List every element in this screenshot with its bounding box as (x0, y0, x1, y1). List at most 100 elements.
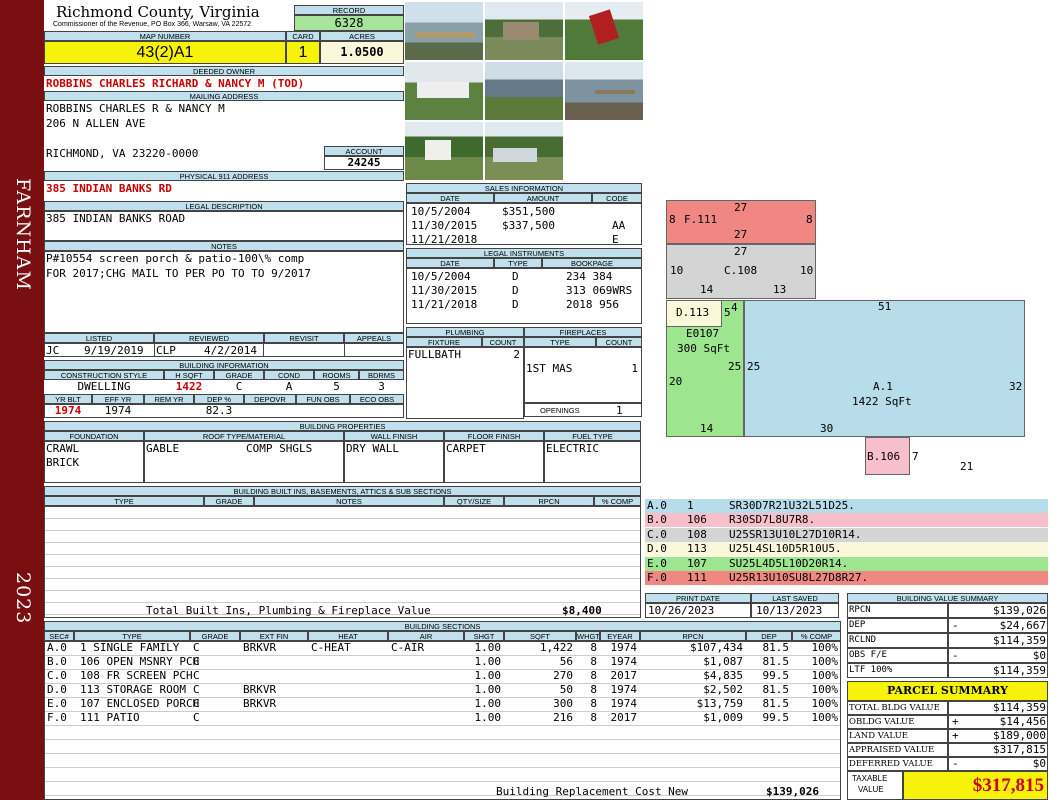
sketch-label: D.113 (676, 306, 710, 319)
listed-by: JC (46, 344, 60, 357)
section-cell: $4,835 (703, 669, 743, 682)
legend-num: 106 (687, 513, 707, 526)
photo-3[interactable] (565, 2, 643, 60)
notes-header: NOTES (44, 241, 404, 251)
parcel-value: $189,000 (993, 729, 1046, 742)
photo-7[interactable] (405, 122, 483, 180)
fire-type: 1ST MAS (526, 362, 573, 375)
section-cell: 270 (553, 669, 573, 682)
props-fuel: ELECTRIC (546, 442, 599, 455)
office-address: Commissioner of the Revenue, PO Box 366,… (53, 21, 252, 28)
bvs-value: $114,359 (993, 664, 1046, 677)
instr-bookpage: 313 069WRS (566, 284, 633, 297)
legend-row: F.0 111 U25R13U10SU8L27D8R27. (645, 571, 1048, 585)
instr-hdr-bookpage: BOOKPAGE (542, 258, 642, 268)
section-cell: $13,759 (696, 697, 743, 710)
section-cell: 100% (811, 669, 839, 682)
mailing-line3: RICHMOND, VA 23220-0000 (46, 147, 199, 160)
section-cell: C-AIR (391, 641, 425, 654)
legend-row: B.0 106 R30SD7L8U7R8. (645, 513, 1048, 527)
bi-yrblt: 1974 (54, 404, 82, 417)
review-cell-4 (344, 343, 404, 357)
props-foundation1: CRAWL (46, 442, 80, 455)
bi-hdr-grade: GRADE (214, 370, 264, 380)
bvs-label: RPCN (849, 605, 871, 615)
builtins-total-label: Total Built Ins, Plumbing & Fireplace Va… (146, 604, 431, 617)
bi-hdr-dep: DEP % (194, 394, 244, 404)
parcel-value: $114,359 (993, 701, 1046, 714)
legend-row: A.0 1 SR30D7R21U32L51D25. (645, 499, 1048, 513)
section-cell: C.0 (47, 669, 67, 682)
print-date: 10/26/2023 (648, 604, 715, 617)
bvs-label: LTF 100% (849, 665, 893, 675)
sections-col-header: % COMP (792, 631, 841, 641)
photo-4[interactable] (405, 62, 483, 120)
photo-8[interactable] (485, 122, 563, 180)
sales-amount: $337,500 (502, 219, 555, 232)
section-cell: C (193, 711, 200, 724)
map-header: MAP NUMBER (44, 31, 286, 41)
bvs-label: RCLND (849, 635, 877, 645)
reviewed-date: 4/2/2014 (204, 344, 257, 357)
section-cell: 1.00 (474, 641, 502, 654)
sections-col-header: SEC# (44, 631, 74, 641)
fire-hdr-count: COUNT (596, 337, 642, 347)
bi-hdr-cond: COND (264, 370, 314, 380)
section-cell: 8 (590, 697, 597, 710)
sketch-label: F.111 (684, 213, 718, 226)
section-cell: 1974 (610, 655, 638, 668)
parcel-summary-title: PARCEL SUMMARY (847, 681, 1048, 701)
parcel-value: $0 (1032, 757, 1046, 770)
parcel-label: APPRAISED VALUE (849, 745, 935, 755)
sections-col-header: EYEAR (600, 631, 640, 641)
bvs-value: $0 (1032, 649, 1046, 662)
instr-bookpage: 2018 956 (566, 298, 619, 311)
sections-col-header: EXT FIN (240, 631, 308, 641)
section-cell: $1,087 (703, 655, 743, 668)
legal-text: 385 INDIAN BANKS ROAD (46, 212, 186, 225)
parcel-label: DEFERRED VALUE (849, 759, 933, 769)
bvs-value: $139,026 (993, 604, 1046, 617)
record-header: RECORD (294, 5, 404, 15)
sketch-label: C.108 (724, 264, 758, 277)
sketch-label: 8 (669, 213, 676, 226)
section-cell: 100% (811, 655, 839, 668)
bvs-value: $24,667 (999, 619, 1046, 632)
photo-2[interactable] (485, 2, 563, 60)
sales-date: 11/30/2015 (411, 219, 478, 232)
mailing-line1: ROBBINS CHARLES R & NANCY M (46, 102, 225, 115)
photo-6[interactable] (565, 62, 643, 120)
photo-1[interactable] (405, 2, 483, 60)
section-cell: 107 ENCLOSED PORCH (80, 697, 200, 710)
sales-amount: $351,500 (502, 205, 555, 218)
section-cell: 50 (559, 683, 573, 696)
legal-header: LEGAL DESCRIPTION (44, 201, 404, 211)
taxable-label-2: VALUE (858, 785, 884, 794)
section-cell: 100% (811, 697, 839, 710)
section-cell: C (193, 697, 200, 710)
section-cell: 99.5 (762, 711, 790, 724)
sketch-label: 13 (773, 283, 787, 296)
section-cell: 81.5 (762, 683, 790, 696)
bi-grade: C (235, 380, 243, 393)
bvs-header: BUILDING VALUE SUMMARY (847, 593, 1048, 603)
taxable-label-1: TAXABLE (852, 774, 888, 783)
notes-line1: P#10554 screen porch & patio-100\% comp (46, 252, 305, 265)
photo-5[interactable] (485, 62, 563, 120)
bi-dep: 82.3 (205, 404, 233, 417)
listed-header: LISTED (44, 333, 154, 343)
owner-header: DEEDED OWNER (44, 66, 404, 76)
acres-value: 1.0500 (320, 41, 404, 64)
bi-rooms: 5 (333, 380, 340, 393)
instr-type: D (512, 284, 519, 297)
sections-col-header: DEP (746, 631, 792, 641)
owner-name: ROBBINS CHARLES RICHARD & NANCY M (TOD) (46, 77, 305, 90)
listed-date: 9/19/2019 (84, 344, 144, 357)
sales-hdr-code: CODE (592, 193, 642, 203)
legend-num: 113 (687, 542, 707, 555)
section-cell: C (193, 683, 200, 696)
bi-hdr-hsqft: H SQFT (164, 370, 214, 380)
last-saved-header: LAST SAVED (751, 593, 839, 603)
sketch-label: 10 (670, 264, 684, 277)
plumb-count: 2 (513, 348, 520, 361)
